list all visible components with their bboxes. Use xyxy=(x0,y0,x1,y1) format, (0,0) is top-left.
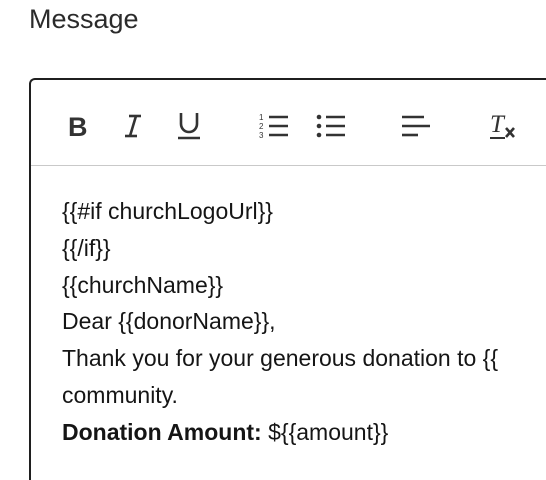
bold-icon: B xyxy=(68,113,88,139)
clear-formatting-icon: T xyxy=(490,111,515,139)
align-left-button[interactable] xyxy=(399,108,433,144)
donation-amount-label: Donation Amount: xyxy=(62,418,262,445)
content-line: Thank you for your generous donation to … xyxy=(62,345,499,372)
content-line: {{#if churchLogoUrl}} xyxy=(62,198,273,224)
svg-text:B: B xyxy=(68,113,88,139)
underline-icon xyxy=(178,113,200,140)
donation-amount-value: ${{amount}} xyxy=(261,418,389,445)
bullet-list-icon xyxy=(316,114,345,138)
svg-text:T: T xyxy=(490,111,506,138)
ordered-list-icon: 1 2 3 xyxy=(259,113,288,140)
bold-button[interactable]: B xyxy=(63,108,93,144)
clear-formatting-button[interactable]: T xyxy=(486,108,520,144)
donation-amount-line: Donation Amount: ${{amount}} xyxy=(62,414,546,451)
content-line: Dear {{donorName}}, xyxy=(62,308,276,335)
editor-content[interactable]: {{#if churchLogoUrl}} {{/if}} {{churchNa… xyxy=(62,193,546,451)
align-left-icon xyxy=(402,115,430,137)
editor-toolbar: B 1 2 3 T xyxy=(31,80,546,166)
ordered-list-button[interactable]: 1 2 3 xyxy=(257,108,291,144)
message-label: Message xyxy=(29,4,139,34)
message-editor[interactable]: B 1 2 3 T {{#if churchLogoUrl}} {{/if}} … xyxy=(29,78,546,480)
italic-button[interactable] xyxy=(119,108,147,144)
underline-button[interactable] xyxy=(175,108,203,144)
content-line: {{/if}} xyxy=(62,234,111,261)
svg-text:1: 1 xyxy=(259,113,264,122)
italic-icon xyxy=(125,114,141,138)
svg-text:2: 2 xyxy=(259,122,264,131)
content-line: community. xyxy=(62,381,178,408)
content-line: {{churchName}} xyxy=(62,271,224,298)
bullet-list-button[interactable] xyxy=(314,108,348,144)
svg-text:3: 3 xyxy=(259,131,264,140)
